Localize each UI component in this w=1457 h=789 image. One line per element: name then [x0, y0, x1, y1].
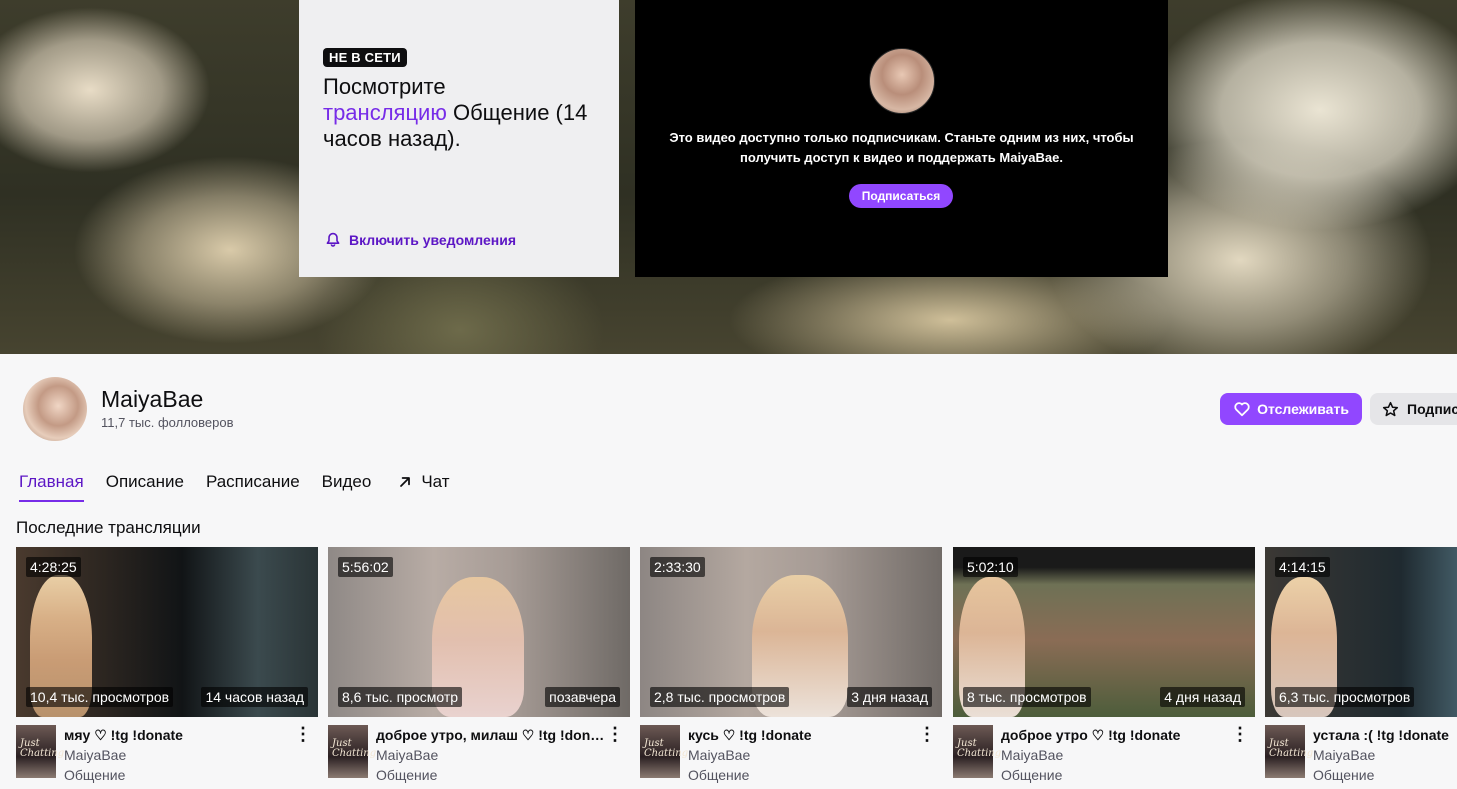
view-count: 8 тыс. просмотров: [963, 687, 1091, 707]
subscribe-button[interactable]: Подпис: [1370, 393, 1457, 425]
video-channel[interactable]: MaiyaBae: [1001, 747, 1063, 763]
category-thumbnail[interactable]: Just Chatting: [16, 725, 64, 778]
video-category[interactable]: Общение: [688, 767, 749, 783]
last-stream-text: Посмотрите трансляцию Общение (14 часов …: [323, 74, 603, 152]
tab-schedule[interactable]: Расписание: [206, 472, 300, 500]
video-category[interactable]: Общение: [376, 767, 437, 783]
video-card[interactable]: 5:56:02 8,6 тыс. просмотр позавчера Just…: [328, 547, 630, 789]
tab-chat[interactable]: Чат: [397, 472, 450, 500]
channel-avatar[interactable]: [23, 377, 87, 441]
stream-link[interactable]: трансляцию: [323, 100, 447, 125]
upload-time: позавчера: [545, 687, 620, 707]
video-card[interactable]: 4:28:25 10,4 тыс. просмотров 14 часов на…: [16, 547, 318, 789]
follow-button[interactable]: Отслеживать: [1220, 393, 1362, 425]
arrow-up-right-icon: [400, 477, 411, 487]
message-line-2: получить доступ к видео и поддержать Mai…: [740, 150, 1063, 165]
offline-badge: НЕ В СЕТИ: [323, 48, 407, 67]
video-thumbnail[interactable]: 4:14:15 6,3 тыс. просмотров: [1265, 547, 1457, 717]
view-count: 6,3 тыс. просмотров: [1275, 687, 1415, 707]
video-title[interactable]: мяу ♡ !tg !donate: [64, 727, 296, 744]
follow-label: Отслеживать: [1257, 401, 1349, 417]
tab-about[interactable]: Описание: [106, 472, 184, 500]
star-icon: [1382, 401, 1399, 416]
more-options-icon[interactable]: ⋮: [294, 725, 312, 743]
duration-badge: 4:14:15: [1275, 557, 1330, 577]
follower-count: 11,7 тыс. фолловеров: [101, 415, 234, 430]
video-channel[interactable]: MaiyaBae: [64, 747, 126, 763]
view-count: 2,8 тыс. просмотров: [650, 687, 790, 707]
channel-banner: НЕ В СЕТИ Посмотрите трансляцию Общение …: [0, 0, 1457, 354]
subscribe-label: Подпис: [1407, 401, 1457, 417]
more-options-icon[interactable]: ⋮: [1231, 725, 1249, 743]
upload-time: 4 дня назад: [1160, 687, 1245, 707]
video-player[interactable]: Это видео доступно только подписчикам. С…: [635, 0, 1168, 277]
video-title[interactable]: кусь ♡ !tg !donate: [688, 727, 920, 744]
upload-time: 3 дня назад: [847, 687, 932, 707]
video-thumbnail[interactable]: 5:56:02 8,6 тыс. просмотр позавчера: [328, 547, 630, 717]
channel-tabs: Главная Описание Расписание Видео Чат: [19, 472, 472, 502]
category-thumbnail[interactable]: Just Chatting: [328, 725, 376, 778]
video-meta: Just Chatting кусь ♡ !tg !donate MaiyaBae…: [640, 717, 942, 789]
video-thumbnail[interactable]: 2:33:30 2,8 тыс. просмотров 3 дня назад: [640, 547, 942, 717]
video-meta: Just Chatting мяу ♡ !tg !donate MaiyaBae …: [16, 717, 318, 789]
category-thumbnail[interactable]: Just Chatting: [640, 725, 688, 778]
video-meta: Just Chatting доброе утро ♡ !tg !donate M…: [953, 717, 1255, 789]
duration-badge: 5:02:10: [963, 557, 1018, 577]
video-title[interactable]: устала :( !tg !donate: [1313, 727, 1457, 743]
message-line-1: Это видео доступно только подписчикам. С…: [669, 130, 1134, 145]
player-subscribe-button[interactable]: Подписаться: [849, 184, 953, 208]
view-count: 8,6 тыс. просмотр: [338, 687, 463, 707]
tab-chat-label: Чат: [421, 472, 450, 491]
upload-time: 14 часов назад: [201, 687, 308, 707]
heart-icon: [1234, 402, 1250, 417]
video-category[interactable]: Общение: [64, 767, 125, 783]
video-channel[interactable]: MaiyaBae: [688, 747, 750, 763]
video-card[interactable]: 4:14:15 6,3 тыс. просмотров Just Chatting…: [1265, 547, 1457, 789]
more-options-icon[interactable]: ⋮: [606, 725, 624, 743]
duration-badge: 5:56:02: [338, 557, 393, 577]
category-thumbnail[interactable]: Just Chatting: [953, 725, 1001, 778]
player-avatar: [869, 48, 935, 114]
bell-icon: [326, 232, 340, 247]
video-thumbnail[interactable]: 5:02:10 8 тыс. просмотров 4 дня назад: [953, 547, 1255, 717]
tab-videos[interactable]: Видео: [322, 472, 372, 500]
video-meta: Just Chatting устала :( !tg !donate Maiya…: [1265, 717, 1457, 789]
video-card[interactable]: 2:33:30 2,8 тыс. просмотров 3 дня назад …: [640, 547, 942, 789]
channel-name[interactable]: MaiyaBae: [101, 386, 203, 413]
watch-prefix: Посмотрите: [323, 74, 446, 99]
video-title[interactable]: доброе утро ♡ !tg !donate: [1001, 727, 1233, 744]
notify-label: Включить уведомления: [349, 232, 517, 248]
view-count: 10,4 тыс. просмотров: [26, 687, 174, 707]
video-thumbnail[interactable]: 4:28:25 10,4 тыс. просмотров 14 часов на…: [16, 547, 318, 717]
offline-card: НЕ В СЕТИ Посмотрите трансляцию Общение …: [299, 0, 619, 277]
enable-notifications-button[interactable]: Включить уведомления: [325, 232, 516, 248]
category-thumbnail[interactable]: Just Chatting: [1265, 725, 1313, 778]
subscriber-only-message: Это видео доступно только подписчикам. С…: [635, 128, 1168, 168]
video-channel[interactable]: MaiyaBae: [1313, 747, 1375, 763]
more-options-icon[interactable]: ⋮: [918, 725, 936, 743]
video-card[interactable]: 5:02:10 8 тыс. просмотров 4 дня назад Ju…: [953, 547, 1255, 789]
video-meta: Just Chatting доброе утро, милаш ♡ !tg !d…: [328, 717, 630, 789]
video-channel[interactable]: MaiyaBae: [376, 747, 438, 763]
duration-badge: 4:28:25: [26, 557, 81, 577]
section-title: Последние трансляции: [16, 518, 201, 537]
video-category[interactable]: Общение: [1313, 767, 1374, 783]
duration-badge: 2:33:30: [650, 557, 705, 577]
tab-home[interactable]: Главная: [19, 472, 84, 502]
video-title[interactable]: доброе утро, милаш ♡ !tg !donate: [376, 727, 608, 744]
video-category[interactable]: Общение: [1001, 767, 1062, 783]
